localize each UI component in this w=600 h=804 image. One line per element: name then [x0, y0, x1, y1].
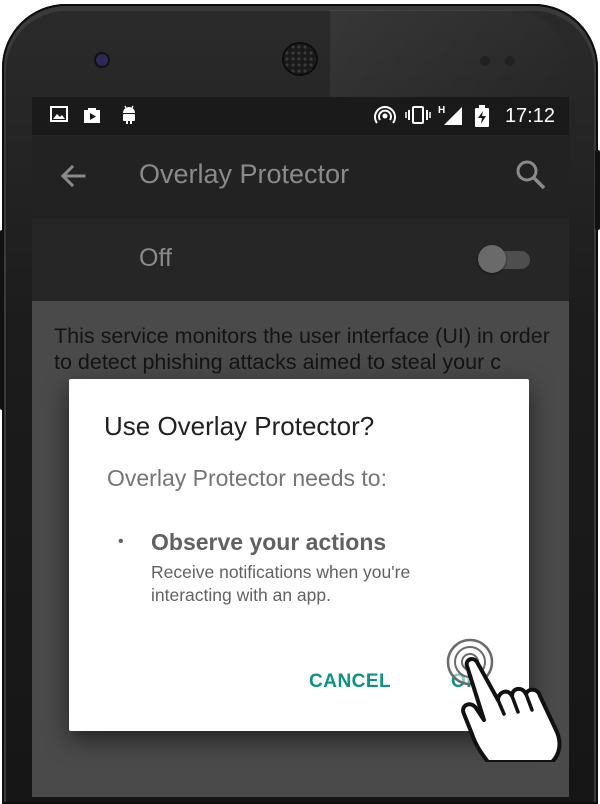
- master-switch-bar[interactable]: Off: [32, 219, 569, 301]
- sensor-icon: [480, 56, 490, 66]
- store-bag-icon: [82, 105, 102, 129]
- volume-button: [0, 230, 4, 410]
- vibrate-icon: [405, 105, 431, 129]
- permission-title: Observe your actions: [151, 529, 387, 555]
- signal-icon: [442, 105, 464, 131]
- power-button: [595, 150, 600, 230]
- status-bar: H 17:12: [32, 97, 569, 135]
- switch-label: Off: [139, 244, 172, 272]
- phone-highlight: [330, 10, 570, 98]
- page-title: Overlay Protector: [139, 159, 350, 189]
- bullet-icon: •: [118, 533, 124, 550]
- dialog-subtitle: Overlay Protector needs to:: [107, 465, 387, 491]
- dialog-title: Use Overlay Protector?: [104, 411, 375, 441]
- cancel-button[interactable]: CANCEL: [309, 671, 391, 693]
- earpiece-speaker: [284, 44, 316, 74]
- hotspot-icon: [374, 105, 396, 131]
- front-camera-icon: [96, 54, 108, 66]
- permission-description: Receive notifications when you're intera…: [151, 562, 411, 605]
- arrow-back-icon[interactable]: [56, 159, 90, 193]
- app-toolbar: Overlay Protector: [32, 135, 569, 219]
- sensor-icon: [505, 56, 515, 66]
- tap-hand-icon: [440, 630, 580, 764]
- image-icon: [50, 105, 68, 127]
- service-description: This service monitors the user interface…: [54, 324, 550, 374]
- android-icon: [120, 105, 138, 129]
- battery-charging-icon: [475, 105, 489, 131]
- search-icon[interactable]: [513, 157, 549, 193]
- toggle-thumb[interactable]: [478, 245, 506, 273]
- clock: 17:12: [504, 105, 555, 127]
